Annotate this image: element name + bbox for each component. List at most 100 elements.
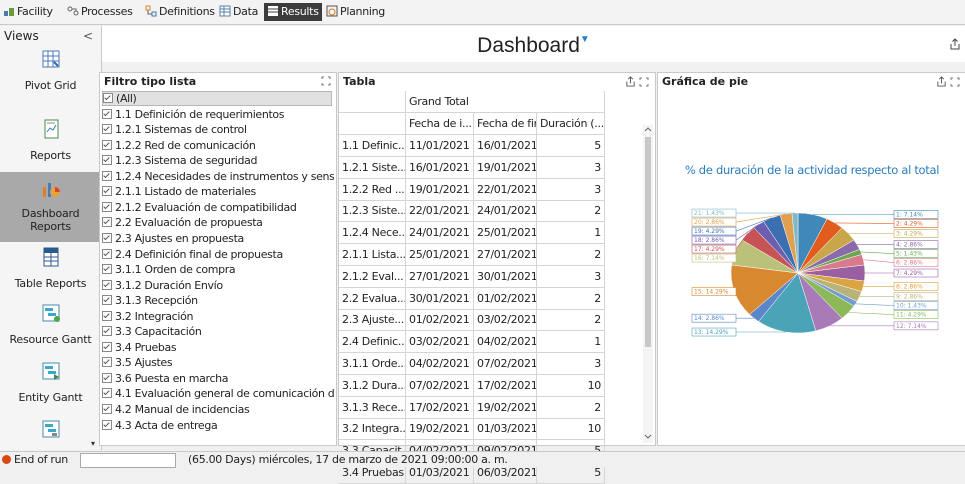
filter-item[interactable]: 1.2.2 Red de comunicación — [102, 138, 334, 153]
export-icon[interactable] — [949, 38, 961, 50]
filter-item[interactable]: 3.4 Pruebas — [102, 340, 334, 355]
view-reports[interactable]: Reports — [0, 118, 101, 168]
checkbox[interactable] — [102, 279, 112, 290]
dashboard-title: Dashboard — [477, 34, 580, 57]
data-label: 15: 14.29% — [694, 289, 729, 296]
row-header-cell: 2.2 Evalua... — [339, 287, 406, 310]
filter-item[interactable]: 2.2 Evaluación de propuesta — [102, 215, 334, 230]
row-header-cell: 2.1.2 Eval... — [339, 265, 406, 288]
column-header: Fecha de i... — [406, 113, 474, 135]
view-resource-gantt[interactable]: Resource Gantt — [0, 302, 101, 352]
maximize-icon[interactable] — [950, 77, 960, 87]
filter-item-label: 3.1.3 Recepción — [115, 294, 198, 308]
tabla-scrollbar[interactable] — [643, 125, 653, 443]
checkbox[interactable] — [102, 341, 112, 352]
checkbox[interactable] — [102, 264, 112, 275]
data-label: 11: 4.29% — [896, 312, 927, 319]
view-table-reports[interactable]: Table Reports — [0, 246, 101, 296]
table-cell: 30/01/2021 — [474, 265, 537, 288]
view-label: Resource Gantt — [9, 333, 92, 346]
filter-item[interactable]: 3.1.3 Recepción — [102, 293, 334, 308]
table-cell: 16/01/2021 — [474, 135, 537, 157]
filter-item[interactable]: 1.2.3 Sistema de seguridad — [102, 153, 334, 168]
tab-processes[interactable]: Processes — [64, 3, 136, 21]
scroll-down-icon[interactable]: ▾ — [91, 439, 98, 448]
table-cell: 17/02/2021 — [474, 374, 537, 397]
table-cell: 3 — [537, 353, 605, 375]
checkbox[interactable] — [102, 404, 112, 414]
maximize-icon[interactable] — [639, 77, 649, 87]
tab-data[interactable]: Data — [216, 3, 261, 21]
export-icon[interactable] — [936, 76, 947, 87]
tab-results[interactable]: Results — [264, 3, 322, 21]
filter-item[interactable]: 3.6 Puesta en marcha — [102, 371, 334, 386]
filter-item[interactable]: 1.2.4 Necesidades de instrumentos y sens… — [102, 169, 334, 184]
checkbox[interactable] — [102, 372, 112, 383]
tab-definitions[interactable]: Definitions — [142, 3, 218, 21]
filter-item[interactable]: 3.1.2 Duración Envío — [102, 278, 334, 293]
view-gantt[interactable] — [0, 418, 101, 448]
checkbox[interactable] — [102, 419, 112, 430]
tab-facility[interactable]: Facility — [0, 3, 56, 21]
checkbox[interactable] — [102, 310, 112, 321]
checkbox[interactable] — [102, 326, 112, 337]
checkbox[interactable] — [102, 108, 112, 119]
collapse-views-button[interactable]: < — [83, 26, 93, 46]
view-dashboard-reports[interactable]: Dashboard Reports — [0, 172, 101, 242]
checkbox[interactable] — [102, 124, 112, 135]
row-header-cell: 1.2.1 Siste... — [339, 156, 406, 179]
view-entity-gantt[interactable]: Entity Gantt — [0, 360, 101, 410]
filter-item-label: 3.6 Puesta en marcha — [115, 371, 229, 385]
table-cell: 27/01/2021 — [474, 244, 537, 266]
table-cell: 07/02/2021 — [474, 353, 537, 375]
scroll-thumb — [645, 137, 651, 347]
view-label: Reports — [30, 149, 71, 162]
filter-item-label: 3.4 Pruebas — [115, 340, 177, 354]
tab-planning[interactable]: Planning — [323, 3, 388, 21]
export-icon[interactable] — [625, 76, 636, 87]
filter-item[interactable]: 3.5 Ajustes — [102, 355, 334, 370]
table-cell: 16/01/2021 — [406, 156, 474, 179]
checkbox[interactable] — [102, 170, 112, 181]
filter-item[interactable]: 2.1.2 Evaluación de compatibilidad — [102, 200, 334, 215]
filter-item[interactable]: 4.3 Acta de entrega — [102, 418, 334, 433]
filter-item[interactable]: 1.1 Definición de requerimientos — [102, 107, 334, 122]
checkbox[interactable] — [102, 186, 112, 197]
checkbox[interactable] — [102, 201, 112, 212]
filter-icon[interactable]: ▼ — [580, 34, 590, 45]
reports-icon — [44, 119, 58, 139]
table-cell: 2 — [537, 200, 605, 223]
filter-item[interactable]: 3.1.1 Orden de compra — [102, 262, 334, 277]
filter-item-label: 2.4 Definición final de propuesta — [115, 247, 283, 261]
column-header: Fecha de fin — [474, 113, 537, 135]
table-cell: 19/02/2021 — [474, 396, 537, 419]
checkbox[interactable] — [102, 232, 112, 243]
checkbox[interactable] — [102, 295, 112, 306]
filter-item[interactable]: 2.3 Ajustes en propuesta — [102, 231, 334, 246]
dashboard-reports-icon — [42, 183, 60, 197]
maximize-icon[interactable] — [321, 76, 331, 86]
row-header-cell: 1.1 Definic... — [339, 135, 406, 157]
filter-item[interactable]: 3.3 Capacitación — [102, 324, 334, 339]
checkbox[interactable] — [102, 139, 112, 150]
filter-item-label: 4.2 Manual de incidencias — [115, 403, 250, 416]
filter-item[interactable]: 4.1 Evaluación general de comunicación d… — [102, 386, 334, 401]
data-label: 7: 4.29% — [896, 270, 923, 277]
checkbox[interactable] — [103, 93, 113, 103]
filter-item[interactable]: 2.1.1 Listado de materiales — [102, 184, 334, 199]
data-label: 3: 4.29% — [896, 231, 923, 238]
data-label: 21: 1.43% — [694, 210, 725, 217]
filter-item[interactable]: 1.2.1 Sistemas de control — [102, 122, 334, 137]
checkbox[interactable] — [102, 217, 112, 228]
checkbox[interactable] — [102, 357, 112, 368]
filter-item[interactable]: (All) — [102, 91, 332, 106]
filter-item-label: 1.2.4 Necesidades de instrumentos y sens… — [115, 169, 334, 183]
checkbox[interactable] — [102, 388, 112, 399]
view-pivot-grid[interactable]: Pivot Grid — [0, 48, 101, 96]
filter-item[interactable]: 3.2 Integración — [102, 309, 334, 324]
filter-item[interactable]: 4.2 Manual de incidencias — [102, 402, 334, 417]
checkbox[interactable] — [102, 155, 112, 166]
filter-item[interactable]: 2.4 Definición final de propuesta — [102, 247, 334, 262]
checkbox[interactable] — [102, 248, 112, 259]
view-label: Pivot Grid — [24, 79, 77, 92]
